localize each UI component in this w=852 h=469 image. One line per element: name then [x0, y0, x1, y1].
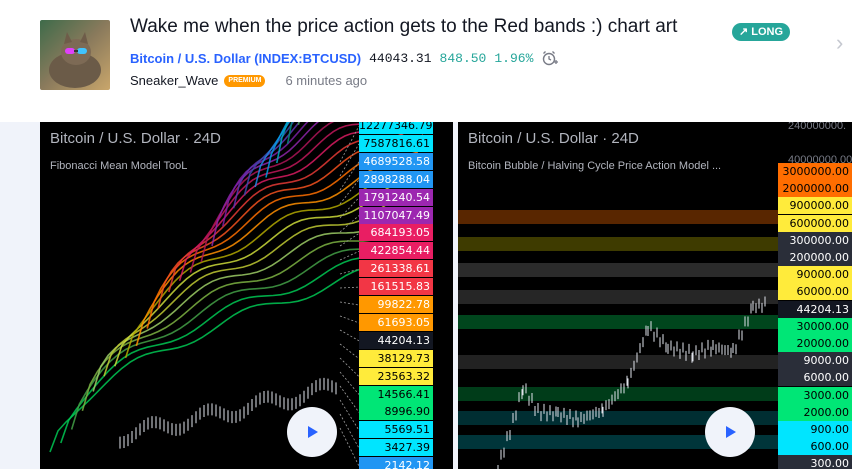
price-band — [458, 355, 778, 369]
band-projection-line — [339, 413, 360, 449]
price-scale-label: 1791240.54 — [359, 188, 433, 206]
price-band — [458, 210, 778, 224]
idea-card[interactable]: Wake me when the price action gets to th… — [0, 0, 852, 469]
idea-header: Wake me when the price action gets to th… — [0, 0, 852, 122]
price-change-percent: 1.96% — [494, 50, 534, 66]
price-scale-label: 2898288.04 — [359, 170, 433, 188]
left-chart-title: Bitcoin / U.S. Dollar · 24D — [50, 130, 221, 147]
play-icon — [726, 426, 736, 438]
band-projection-line — [339, 371, 360, 395]
price-scale-label: 300.00 — [778, 455, 852, 469]
symbol-link[interactable]: Bitcoin / U.S. Dollar (INDEX:BTCUSD) — [130, 51, 361, 66]
price-scale-label: 9000.00 — [778, 352, 852, 370]
play-button[interactable] — [287, 407, 337, 457]
price-change: 848.50 — [439, 50, 487, 66]
left-chart-subtitle: Fibonacci Mean Model TooL — [50, 160, 188, 172]
price-scale-label: 2142.12 — [359, 457, 433, 469]
author-row: Sneaker_Wave PREMIUM 6 minutes ago — [130, 73, 367, 88]
right-chart-subtitle: Bitcoin Bubble / Halving Cycle Price Act… — [468, 160, 722, 172]
price-scale-label: 3427.39 — [359, 439, 433, 457]
price-scale-label: 2000000.00 — [778, 180, 852, 198]
band-projection-line — [339, 427, 360, 467]
price-scale-label: 261338.61 — [359, 260, 433, 278]
band-projection-line — [339, 343, 360, 360]
price-scale-label: 23563.32 — [359, 367, 433, 385]
price-scale-label: 4689528.58 — [359, 152, 433, 170]
long-badge-label: LONG — [751, 26, 784, 38]
price-scale-label: 30000.00 — [778, 317, 852, 335]
post-time: 6 minutes ago — [285, 73, 368, 88]
price-scale-label: 7587816.61 — [359, 134, 433, 152]
add-alert-clock-icon[interactable] — [541, 49, 559, 67]
band-projection-line — [339, 399, 360, 431]
price-scale-label: 14566.41 — [359, 385, 433, 403]
play-icon — [308, 426, 318, 438]
price-scale-label: 61693.05 — [359, 313, 433, 331]
price-scale-label: 90000.00 — [778, 266, 852, 284]
premium-badge: PREMIUM — [224, 74, 266, 87]
price-scale-label: 6000.00 — [778, 369, 852, 387]
price-scale-label: 38129.73 — [359, 349, 433, 367]
price-scale-label: 3000.00 — [778, 386, 852, 404]
fibonacci-band-line — [70, 248, 381, 430]
band-projection-line — [339, 301, 360, 306]
price-scale-label: 5569.51 — [359, 421, 433, 439]
price-scale-label: 60000.00 — [778, 283, 852, 301]
right-chart[interactable]: Bitcoin / U.S. Dollar · 24D Bitcoin Bubb… — [458, 122, 852, 469]
band-projection-line — [339, 215, 360, 233]
arrow-up-right-icon: ↗ — [739, 26, 749, 38]
fibonacci-band-line — [92, 216, 392, 392]
price-scale-label: 99822.78 — [359, 296, 433, 313]
price-scale-label: 2000.00 — [778, 403, 852, 421]
price-scale-label: 3000000.00 — [778, 163, 852, 180]
price-scale-label: 900000.00 — [778, 197, 852, 215]
price-band — [458, 237, 778, 251]
play-button[interactable] — [705, 407, 755, 457]
band-projection-line — [339, 315, 360, 324]
price-scale-label: 12277346.79 — [359, 122, 433, 134]
price-scale-label: 161515.83 — [359, 278, 433, 296]
right-chart-title: Bitcoin / U.S. Dollar · 24D — [468, 130, 639, 147]
price-band — [458, 315, 778, 329]
symbol-row: Bitcoin / U.S. Dollar (INDEX:BTCUSD) 440… — [130, 49, 559, 67]
price-band — [458, 263, 778, 277]
price-scale-label: 422854.44 — [359, 242, 433, 260]
price-axis-top: 240000000. — [788, 122, 847, 132]
chevron-right-icon[interactable]: › — [836, 30, 843, 56]
price-scale-label: 900.00 — [778, 421, 852, 438]
band-projection-line — [339, 329, 360, 342]
price-scale-label: 44204.13 — [359, 331, 433, 349]
last-price: 44043.31 — [369, 50, 432, 66]
price-scale-label: 600000.00 — [778, 214, 852, 232]
band-projection-line — [339, 385, 360, 413]
long-badge: ↗ LONG — [732, 23, 791, 41]
left-chart[interactable]: Bitcoin / U.S. Dollar · 24D Fibonacci Me… — [40, 122, 453, 469]
price-scale-label: 684193.05 — [359, 224, 433, 242]
band-projection-line — [339, 233, 360, 247]
band-projection-line — [339, 286, 360, 289]
idea-thumbnail[interactable] — [40, 20, 110, 90]
idea-title[interactable]: Wake me when the price action gets to th… — [130, 16, 677, 38]
price-scale-label: 44204.13 — [778, 300, 852, 318]
price-band — [458, 290, 778, 304]
price-scale-label: 600.00 — [778, 438, 852, 456]
author-name[interactable]: Sneaker_Wave — [130, 73, 218, 88]
price-scale-label: 8996.90 — [359, 403, 433, 421]
band-projection-line — [339, 357, 360, 377]
price-scale-label: 1107047.49 — [359, 206, 433, 224]
price-scale-label: 300000.00 — [778, 231, 852, 249]
price-scale-label: 20000.00 — [778, 335, 852, 352]
price-scale-label: 200000.00 — [778, 249, 852, 266]
